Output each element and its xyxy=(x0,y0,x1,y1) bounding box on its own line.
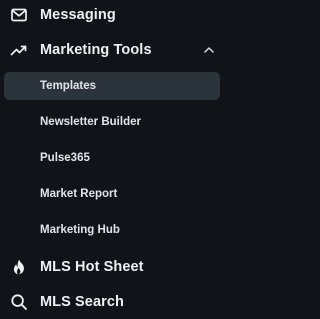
trending-up-icon xyxy=(10,41,28,59)
flame-icon xyxy=(10,258,28,276)
nav-item-mls-search[interactable]: MLS Search xyxy=(0,287,226,317)
sub-item-templates[interactable]: Templates xyxy=(4,72,220,100)
nav-item-mls-hot-sheet[interactable]: MLS Hot Sheet xyxy=(0,252,226,282)
search-icon xyxy=(10,293,28,311)
chevron-up-icon[interactable] xyxy=(202,43,216,57)
sub-item-marketing-hub[interactable]: Marketing Hub xyxy=(0,216,226,244)
nav-item-label: MLS Search xyxy=(40,294,124,310)
nav-item-marketing-tools[interactable]: Marketing Tools xyxy=(0,35,226,65)
sub-item-label: Newsletter Builder xyxy=(40,116,141,128)
sub-item-label: Market Report xyxy=(40,188,118,200)
envelope-icon xyxy=(10,6,28,24)
sidebar-nav: Messaging Marketing Tools Templates News… xyxy=(0,0,226,319)
sub-item-label: Pulse365 xyxy=(40,152,90,164)
sub-item-market-report[interactable]: Market Report xyxy=(0,180,226,208)
sub-item-newsletter-builder[interactable]: Newsletter Builder xyxy=(0,108,226,136)
nav-item-label: MLS Hot Sheet xyxy=(40,259,144,275)
nav-item-messaging[interactable]: Messaging xyxy=(0,0,226,30)
sub-item-label: Templates xyxy=(40,80,97,92)
sub-item-pulse365[interactable]: Pulse365 xyxy=(0,144,226,172)
nav-item-label: Marketing Tools xyxy=(40,42,152,58)
nav-item-label: Messaging xyxy=(40,7,116,23)
sub-item-label: Marketing Hub xyxy=(40,224,120,236)
